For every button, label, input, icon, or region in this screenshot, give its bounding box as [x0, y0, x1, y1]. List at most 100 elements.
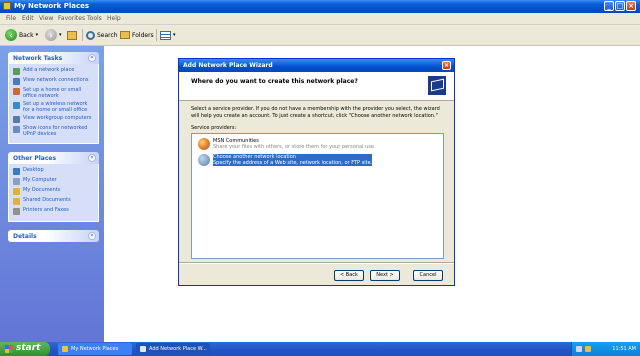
up-folder-icon: [67, 30, 77, 40]
collapse-chevron-icon[interactable]: «: [88, 154, 96, 162]
windows-flag-icon: [5, 345, 13, 353]
views-dropdown-icon: ▾: [173, 32, 176, 38]
place-label: Desktop: [23, 167, 44, 173]
other-places-header[interactable]: Other Places «: [8, 152, 99, 164]
views-icon: [160, 30, 171, 40]
details-header[interactable]: Details »: [8, 230, 99, 242]
menu-view[interactable]: View: [39, 15, 53, 22]
start-button[interactable]: start: [0, 342, 50, 356]
back-arrow-icon: ‹: [5, 29, 17, 41]
add-network-place-icon: [13, 68, 20, 75]
details-panel: Details »: [8, 230, 99, 242]
collapse-chevron-icon[interactable]: «: [88, 54, 96, 62]
menu-favorites[interactable]: Favorites: [58, 15, 85, 22]
maximize-button[interactable]: □: [615, 1, 625, 11]
back-button[interactable]: ‹ Back ▾: [5, 28, 38, 42]
wizard-close-button[interactable]: ×: [442, 61, 451, 70]
place-shared-documents[interactable]: Shared Documents: [13, 197, 94, 205]
menu-help[interactable]: Help: [107, 15, 121, 22]
provider-another-network-location[interactable]: Choose another network location Specify …: [198, 154, 373, 166]
add-network-place-wizard: Add Network Place Wizard × Where do you …: [178, 58, 455, 286]
my-computer-icon: [13, 178, 20, 185]
wizard-header: Where do you want to create this network…: [179, 72, 454, 101]
window-title: My Network Places: [14, 2, 90, 10]
taskbar-item-label: My Network Places: [71, 346, 119, 352]
msn-butterfly-icon: [198, 138, 210, 150]
provider-msn-communities[interactable]: MSN Communities Share your files with ot…: [198, 138, 375, 150]
task-label: Add a network place: [23, 67, 75, 73]
start-label: start: [16, 343, 41, 353]
network-location-icon: [198, 154, 210, 166]
views-button[interactable]: ▾: [160, 28, 176, 42]
expand-chevron-icon[interactable]: »: [88, 232, 96, 240]
taskbar: start My Network Places Add Network Plac…: [0, 342, 640, 356]
wizard-title-bar[interactable]: Add Network Place Wizard ×: [179, 59, 454, 72]
taskbar-item-my-network-places[interactable]: My Network Places: [58, 343, 132, 355]
task-label: Show icons for networked UPnP devices: [23, 125, 88, 137]
task-label: Set up a wireless network for a home or …: [23, 101, 88, 113]
next-button[interactable]: Next >: [370, 270, 400, 281]
service-providers-list: MSN Communities Share your files with ot…: [191, 133, 444, 259]
task-setup-wireless-network[interactable]: Set up a wireless network for a home or …: [13, 101, 94, 113]
other-places-panel: Other Places « Desktop My Computer My Do…: [8, 152, 99, 222]
search-label: Search: [97, 31, 118, 39]
back-dropdown-icon[interactable]: ▾: [36, 32, 39, 38]
search-icon: [86, 30, 95, 40]
network-places-icon: [62, 346, 68, 352]
up-folder-button[interactable]: [67, 28, 77, 42]
place-printers-faxes[interactable]: Printers and Faxes: [13, 207, 94, 215]
my-documents-icon: [13, 188, 20, 195]
menu-edit[interactable]: Edit: [22, 15, 34, 22]
network-tray-icon[interactable]: [576, 346, 582, 352]
wizard-separator: [179, 262, 454, 264]
workgroup-computers-icon: [13, 116, 20, 123]
network-connections-icon: [13, 78, 20, 85]
network-tasks-title: Network Tasks: [13, 55, 63, 62]
menu-tools[interactable]: Tools: [87, 15, 102, 22]
task-show-upnp-devices[interactable]: Show icons for networked UPnP devices: [13, 125, 94, 137]
menu-bar: File Edit View Favorites Tools Help: [0, 13, 640, 25]
close-button[interactable]: ×: [626, 1, 636, 11]
folders-button[interactable]: Folders: [120, 28, 154, 42]
task-label: Set up a home or small office network: [23, 87, 82, 99]
provider-description: Specify the address of a Web site, netwo…: [213, 160, 373, 166]
task-setup-home-network[interactable]: Set up a home or small office network: [13, 87, 94, 99]
details-title: Details: [13, 233, 37, 240]
wizard-description: Select a service provider. If you do not…: [191, 106, 440, 119]
place-my-documents[interactable]: My Documents: [13, 187, 94, 195]
menu-file[interactable]: File: [6, 15, 16, 22]
place-label: Shared Documents: [23, 197, 71, 203]
folders-label: Folders: [132, 31, 154, 39]
network-tasks-header[interactable]: Network Tasks «: [8, 52, 99, 64]
forward-dropdown-icon[interactable]: ▾: [59, 32, 62, 38]
place-label: My Computer: [23, 177, 57, 183]
taskbar-item-add-network-place-wizard[interactable]: Add Network Place W...: [136, 343, 210, 355]
wizard-window-icon: [140, 346, 146, 352]
explorer-title-bar[interactable]: My Network Places _ □ ×: [0, 0, 640, 13]
provider-description: Share your files with others, or store t…: [213, 144, 376, 150]
wireless-network-icon: [13, 102, 20, 109]
clock[interactable]: 11:51 AM: [612, 346, 636, 352]
toolbar-separator: [82, 29, 83, 41]
search-button[interactable]: Search: [86, 28, 118, 42]
minimize-button[interactable]: _: [604, 1, 614, 11]
back-label: Back: [19, 31, 34, 39]
task-view-workgroup-computers[interactable]: View workgroup computers: [13, 115, 94, 123]
task-add-network-place[interactable]: Add a network place: [13, 67, 94, 75]
service-providers-label: Service providers:: [191, 125, 237, 131]
home-network-icon: [13, 88, 20, 95]
task-pane: Network Tasks « Add a network place View…: [0, 46, 104, 342]
other-places-list: Desktop My Computer My Documents Shared …: [8, 164, 99, 222]
task-label: View workgroup computers: [23, 115, 92, 121]
volume-tray-icon[interactable]: [585, 346, 591, 352]
network-tasks-list: Add a network place View network connect…: [8, 64, 99, 144]
place-my-computer[interactable]: My Computer: [13, 177, 94, 185]
task-label: View network connections: [23, 77, 89, 83]
task-view-network-connections[interactable]: View network connections: [13, 77, 94, 85]
back-button[interactable]: < Back: [334, 270, 364, 281]
network-places-icon: [3, 2, 11, 10]
forward-button[interactable]: › ▾: [45, 28, 62, 42]
cancel-button[interactable]: Cancel: [413, 270, 443, 281]
place-desktop[interactable]: Desktop: [13, 167, 94, 175]
shared-documents-icon: [13, 198, 20, 205]
